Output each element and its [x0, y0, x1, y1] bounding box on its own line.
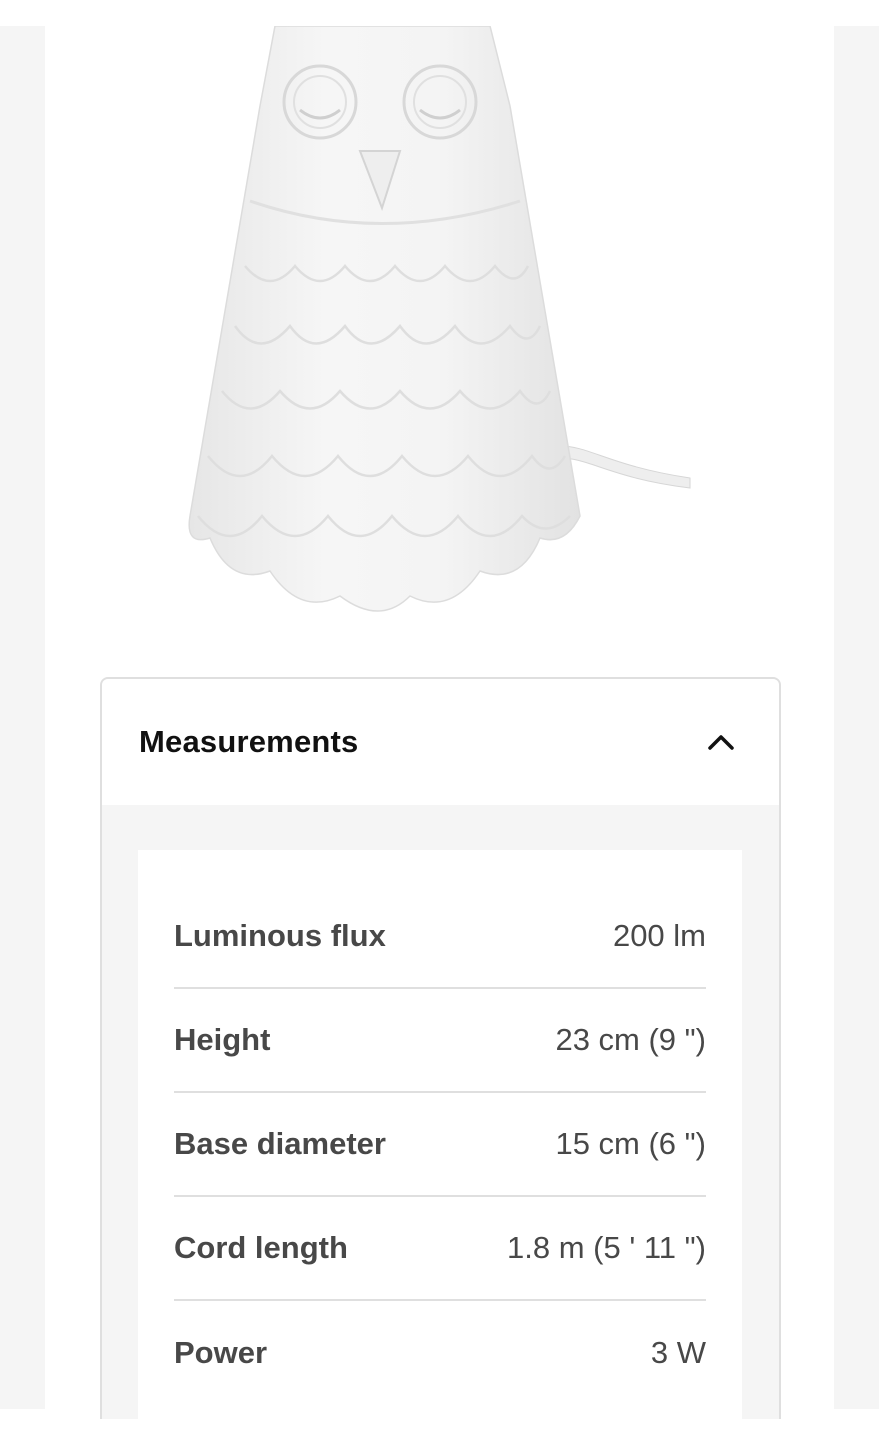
measurements-accordion-header[interactable]: Measurements: [102, 679, 779, 805]
accordion-title: Measurements: [139, 724, 359, 759]
product-page: Measurements Luminous flux 200 lm Height…: [0, 0, 879, 1440]
left-gutter: [0, 26, 45, 1409]
measurement-value: 200 lm: [612, 918, 706, 953]
right-gutter: [834, 26, 879, 1409]
measurement-row: Power 3 W: [174, 1301, 706, 1405]
measurement-value: 1.8 m (5 ' 11 "): [507, 1230, 706, 1265]
measurement-label: Height: [174, 1022, 271, 1057]
measurement-label: Cord length: [174, 1230, 348, 1265]
measurement-value: 15 cm (6 "): [555, 1126, 706, 1161]
owl-lamp-image: [188, 26, 691, 612]
measurements-accordion: Measurements Luminous flux 200 lm Height…: [100, 677, 781, 1419]
measurement-label: Base diameter: [174, 1126, 386, 1161]
chevron-up-icon[interactable]: [703, 724, 739, 760]
measurement-row: Cord length 1.8 m (5 ' 11 "): [174, 1197, 706, 1301]
measurements-panel: Luminous flux 200 lm Height 23 cm (9 ") …: [138, 850, 742, 1419]
measurement-value: 3 W: [650, 1335, 706, 1370]
measurement-row: Height 23 cm (9 "): [174, 989, 706, 1093]
measurement-row: Luminous flux 200 lm: [174, 850, 706, 989]
measurement-label: Luminous flux: [174, 918, 386, 953]
measurement-value: 23 cm (9 "): [555, 1022, 706, 1057]
measurement-label: Power: [174, 1335, 268, 1370]
measurement-row: Base diameter 15 cm (6 "): [174, 1093, 706, 1197]
